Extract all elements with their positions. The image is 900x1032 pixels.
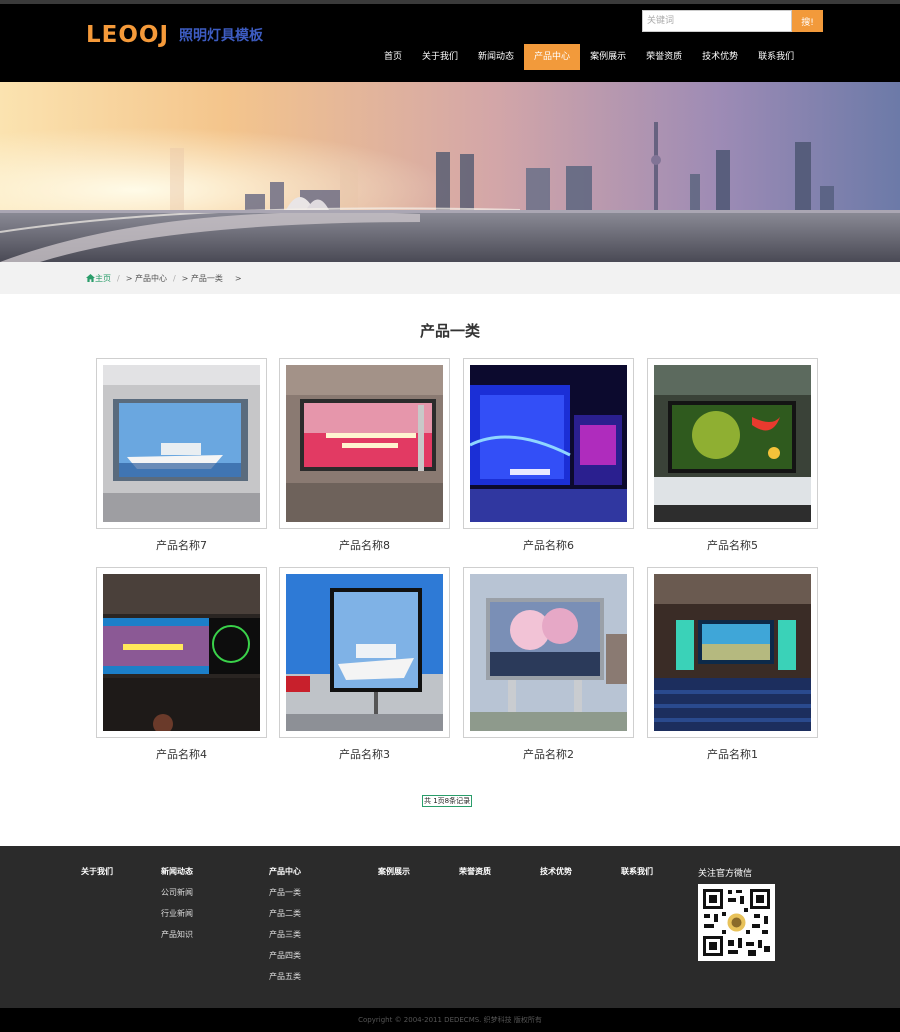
product-image bbox=[470, 365, 627, 522]
footer-column-tech: 技术优势 bbox=[540, 866, 572, 877]
product-image bbox=[654, 574, 811, 731]
product-name[interactable]: 产品名称2 bbox=[463, 746, 634, 762]
product-card[interactable]: 产品名称4 bbox=[96, 567, 267, 762]
product-name[interactable]: 产品名称4 bbox=[96, 746, 267, 762]
product-image bbox=[654, 365, 811, 522]
hero-banner bbox=[0, 82, 900, 262]
nav-item-products[interactable]: 产品中心 bbox=[524, 44, 581, 70]
wechat-title: 关注官方微信 bbox=[698, 869, 753, 879]
breadcrumb-separator: / bbox=[117, 273, 120, 283]
footer-link[interactable]: 产品五类 bbox=[269, 971, 301, 982]
nav-item-news[interactable]: 新闻动态 bbox=[468, 44, 524, 70]
product-image-frame[interactable] bbox=[96, 567, 267, 738]
breadcrumb-bar: 主页 / > 产品中心 / > 产品一类 > bbox=[0, 262, 900, 294]
footer-column-contact: 联系我们 bbox=[621, 866, 653, 877]
footer-link[interactable]: 产品知识 bbox=[161, 929, 193, 940]
city-skyline-image bbox=[0, 82, 900, 262]
footer-link[interactable]: 产品二类 bbox=[269, 908, 301, 919]
wechat-qr-code bbox=[698, 884, 775, 961]
footer-column-about: 关于我们 bbox=[81, 866, 113, 877]
product-name[interactable]: 产品名称7 bbox=[96, 537, 267, 553]
search-bar: 搜! bbox=[642, 10, 823, 32]
breadcrumb-separator: / bbox=[172, 273, 176, 283]
copyright: Copyright © 2004-2011 DEDECMS. 织梦科技 版权所有 bbox=[0, 1008, 900, 1032]
logo-text: 照明灯具模板 bbox=[179, 28, 264, 44]
page-title: 产品一类 bbox=[419, 322, 480, 340]
product-image-frame[interactable] bbox=[647, 358, 818, 529]
breadcrumb-item-products[interactable]: > 产品中心 bbox=[126, 273, 167, 284]
product-card[interactable]: 产品名称8 bbox=[279, 358, 450, 553]
nav-item-home[interactable]: 首页 bbox=[374, 44, 412, 70]
product-image-frame[interactable] bbox=[279, 567, 450, 738]
product-image-frame[interactable] bbox=[463, 358, 634, 529]
product-image-frame[interactable] bbox=[96, 358, 267, 529]
footer-column-products: 产品中心 产品一类 产品二类 产品三类 产品四类 产品五类 bbox=[269, 866, 301, 982]
home-icon bbox=[86, 274, 95, 282]
product-name[interactable]: 产品名称6 bbox=[463, 537, 634, 553]
qr-code-icon bbox=[698, 884, 775, 961]
product-card[interactable]: 产品名称5 bbox=[647, 358, 818, 553]
footer-column-cases: 案例展示 bbox=[378, 866, 410, 877]
product-image bbox=[470, 574, 627, 731]
breadcrumb-home[interactable]: 主页 bbox=[86, 273, 111, 284]
product-card[interactable]: 产品名称6 bbox=[463, 358, 634, 553]
search-button[interactable]: 搜! bbox=[792, 10, 823, 32]
product-name[interactable]: 产品名称5 bbox=[647, 537, 818, 553]
product-image-frame[interactable] bbox=[279, 358, 450, 529]
breadcrumb-trailing: > bbox=[234, 273, 242, 283]
product-card[interactable]: 产品名称2 bbox=[463, 567, 634, 762]
product-image bbox=[103, 365, 260, 522]
product-image bbox=[103, 574, 260, 731]
product-card[interactable]: 产品名称3 bbox=[279, 567, 450, 762]
breadcrumb-home-label: 主页 bbox=[95, 273, 111, 283]
site-footer: 关于我们 新闻动态 公司新闻 行业新闻 产品知识 产品中心 产品一类 产品二类 … bbox=[0, 846, 900, 1008]
product-name[interactable]: 产品名称3 bbox=[279, 746, 450, 762]
product-name[interactable]: 产品名称1 bbox=[647, 746, 818, 762]
product-image bbox=[286, 574, 443, 731]
footer-heading[interactable]: 关于我们 bbox=[81, 866, 113, 877]
main-nav: 首页 关于我们 新闻动态 产品中心 案例展示 荣誉资质 技术优势 联系我们 bbox=[374, 44, 804, 70]
search-input[interactable] bbox=[642, 10, 792, 32]
footer-heading[interactable]: 技术优势 bbox=[540, 866, 572, 877]
footer-link[interactable]: 公司新闻 bbox=[161, 887, 193, 898]
footer-heading[interactable]: 联系我们 bbox=[621, 866, 653, 877]
footer-link[interactable]: 产品四类 bbox=[269, 950, 301, 961]
footer-heading[interactable]: 产品中心 bbox=[269, 866, 301, 877]
footer-heading[interactable]: 新闻动态 bbox=[161, 866, 193, 877]
footer-column-honors: 荣誉资质 bbox=[459, 866, 491, 877]
logo-mark: LEOOJ bbox=[86, 21, 170, 48]
product-image bbox=[286, 365, 443, 522]
footer-heading[interactable]: 荣誉资质 bbox=[459, 866, 491, 877]
footer-heading[interactable]: 案例展示 bbox=[378, 866, 410, 877]
footer-link[interactable]: 产品三类 bbox=[269, 929, 301, 940]
product-card[interactable]: 产品名称7 bbox=[96, 358, 267, 553]
nav-item-contact[interactable]: 联系我们 bbox=[748, 44, 804, 70]
nav-item-about[interactable]: 关于我们 bbox=[412, 44, 468, 70]
nav-item-honors[interactable]: 荣誉资质 bbox=[636, 44, 692, 70]
product-card[interactable]: 产品名称1 bbox=[647, 567, 818, 762]
breadcrumb: 主页 / > 产品中心 / > 产品一类 > bbox=[86, 262, 242, 294]
product-name[interactable]: 产品名称8 bbox=[279, 537, 450, 553]
footer-link[interactable]: 行业新闻 bbox=[161, 908, 193, 919]
product-image-frame[interactable] bbox=[463, 567, 634, 738]
product-image-frame[interactable] bbox=[647, 567, 818, 738]
footer-column-news: 新闻动态 公司新闻 行业新闻 产品知识 bbox=[161, 866, 193, 940]
pagination-summary: 共 1页8条记录 bbox=[422, 795, 473, 807]
nav-item-tech[interactable]: 技术优势 bbox=[692, 44, 748, 70]
nav-item-cases[interactable]: 案例展示 bbox=[580, 44, 636, 70]
site-header: LEOOJ 照明灯具模板 搜! 首页 关于我们 新闻动态 产品中心 案例展示 荣… bbox=[0, 4, 900, 82]
site-logo[interactable]: LEOOJ 照明灯具模板 bbox=[86, 22, 263, 48]
footer-link[interactable]: 产品一类 bbox=[269, 887, 301, 898]
breadcrumb-item-category[interactable]: > 产品一类 bbox=[182, 273, 223, 284]
